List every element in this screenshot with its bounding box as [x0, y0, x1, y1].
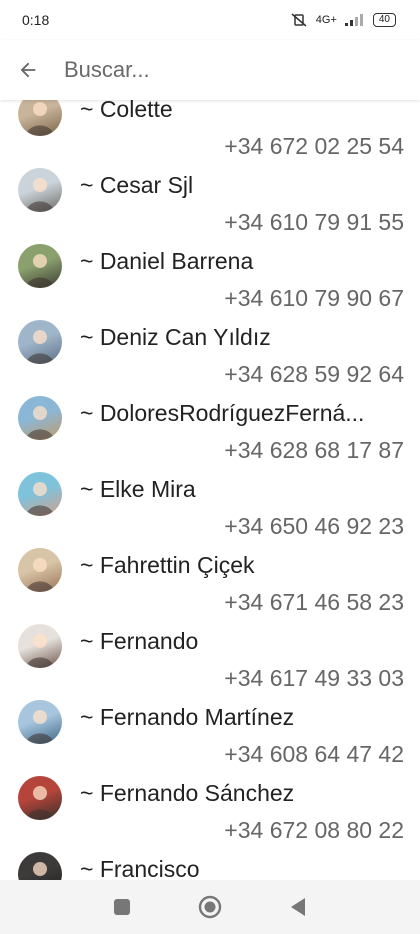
person-photo-icon [26, 710, 54, 744]
contact-row[interactable]: ~ Fernando Martínez +34 608 64 47 42 [0, 700, 420, 776]
contact-avatar[interactable] [18, 244, 62, 288]
contact-row[interactable]: ~ Francisco+34 628 94 81 28 [0, 852, 420, 880]
person-photo-icon [26, 178, 54, 212]
back-button[interactable] [2, 59, 54, 81]
contact-avatar[interactable] [18, 168, 62, 212]
contact-name: ~ Francisco [80, 856, 200, 880]
person-photo-icon [26, 482, 54, 516]
contact-phone: +34 617 49 33 03 [224, 665, 404, 691]
contact-avatar[interactable] [18, 472, 62, 516]
person-photo-icon [26, 330, 54, 364]
contact-avatar[interactable] [18, 100, 62, 136]
back-nav-icon[interactable] [289, 897, 307, 917]
contact-avatar[interactable] [18, 396, 62, 440]
contact-name: ~ Fahrettin Çiçek [80, 552, 255, 578]
status-time: 0:18 [22, 12, 50, 28]
network-label: 4G+ [315, 14, 337, 26]
contact-row[interactable]: ~ Fernando +34 617 49 33 03 [0, 624, 420, 700]
contact-name: ~ Colette [80, 100, 173, 122]
contact-phone: +34 610 79 90 67 [224, 285, 404, 311]
person-photo-icon [26, 558, 54, 592]
contact-row[interactable]: ~ DoloresRodríguezFerná... +34 628 68 17 … [0, 396, 420, 472]
contact-phone: +34 628 59 92 64 [224, 361, 404, 387]
home-icon[interactable] [198, 895, 222, 919]
contact-row[interactable]: ~ Elke Mira +34 650 46 92 23 [0, 472, 420, 548]
status-icons: 4G+ 40 [290, 13, 396, 27]
contact-row[interactable]: ~ Fernando Sánchez +34 672 08 80 22 [0, 776, 420, 852]
arrow-back-icon [20, 62, 36, 78]
person-photo-icon [33, 862, 47, 876]
contact-name: ~ Daniel Barrena [80, 248, 254, 274]
contact-avatar[interactable] [18, 624, 62, 668]
navigation-bar [0, 880, 420, 934]
contact-name: ~ Fernando Sánchez [80, 780, 295, 806]
contact-phone: +34 671 46 58 23 [224, 589, 404, 615]
contact-row[interactable]: ~ Cesar Sjl +34 610 79 91 55 [0, 168, 420, 244]
contact-avatar[interactable] [18, 700, 62, 744]
status-bar: 0:18 4G+ 40 [0, 0, 420, 40]
contact-avatar[interactable] [18, 776, 62, 820]
signal-icon [344, 14, 363, 26]
recents-icon[interactable] [113, 898, 131, 916]
person-photo-icon [26, 406, 54, 440]
contact-phone: +34 650 46 92 23 [224, 513, 404, 539]
contact-name: ~ Fernando [80, 628, 199, 654]
contact-avatar[interactable] [18, 548, 62, 592]
battery-icon: 40 [372, 13, 396, 27]
contact-avatar[interactable] [18, 320, 62, 364]
contact-name: ~ DoloresRodríguezFerná... [80, 400, 365, 426]
contact-row[interactable]: ~ Fahrettin Çiçek +34 671 46 58 23 [0, 548, 420, 624]
contact-phone: +34 672 08 80 22 [224, 817, 404, 843]
contact-phone: +34 610 79 91 55 [224, 209, 404, 235]
contact-row[interactable]: ~ Daniel Barrena +34 610 79 90 67 [0, 244, 420, 320]
person-photo-icon [26, 254, 54, 288]
contact-name: ~ Fernando Martínez [80, 704, 295, 730]
vibrate-mute-icon [291, 13, 307, 27]
contact-name: ~ Cesar Sjl [80, 172, 194, 198]
contact-list[interactable]: ~ Colette +34 672 02 25 54 ~ Cesar Sjl +34 … [0, 100, 420, 880]
search-bar [0, 40, 420, 100]
contact-row[interactable]: ~ Deniz Can Yıldız +34 628 59 92 64 [0, 320, 420, 396]
search-input[interactable] [54, 56, 420, 84]
person-photo-icon [26, 102, 54, 136]
contact-name: ~ Elke Mira [80, 476, 196, 502]
contact-name: ~ Deniz Can Yıldız [80, 324, 271, 350]
contact-phone: +34 672 02 25 54 [224, 133, 404, 159]
person-photo-icon [26, 634, 54, 668]
contact-avatar[interactable] [18, 852, 62, 880]
person-photo-icon [26, 786, 54, 820]
contact-phone: +34 608 64 47 42 [224, 741, 404, 767]
contact-phone: +34 628 68 17 87 [224, 437, 404, 463]
contact-row[interactable]: ~ Colette +34 672 02 25 54 [0, 100, 420, 168]
